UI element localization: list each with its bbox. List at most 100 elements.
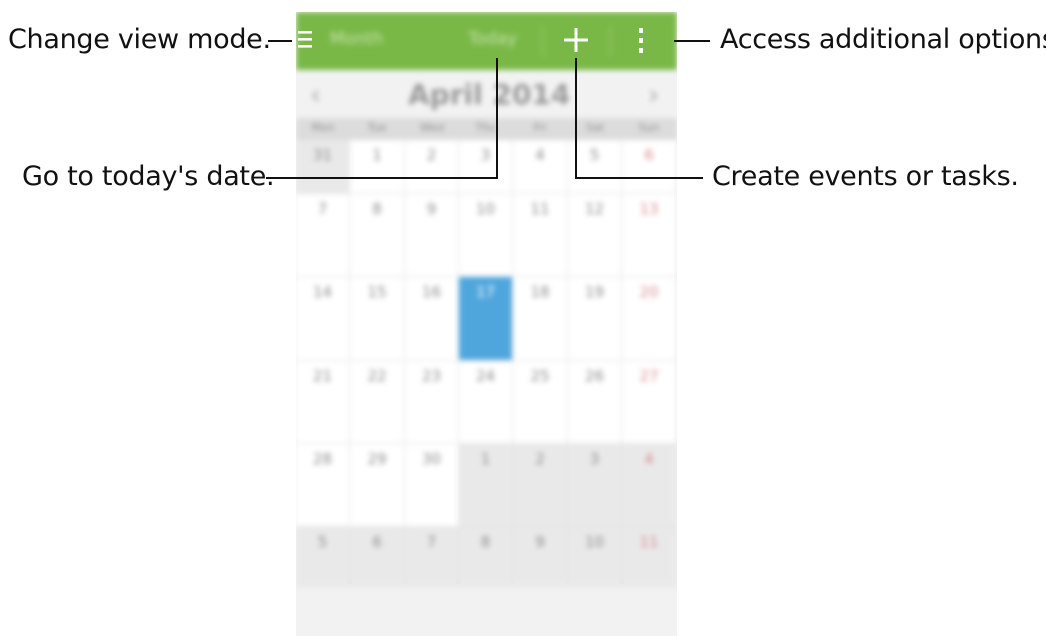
weekday-label: Fri — [533, 121, 547, 134]
hamburger-icon[interactable] — [298, 29, 314, 49]
day-number: 9 — [535, 533, 545, 551]
day-number: 25 — [530, 367, 550, 385]
calendar-day-cell[interactable]: 11 — [622, 527, 677, 587]
day-number: 7 — [317, 200, 328, 218]
day-number: 8 — [372, 200, 382, 218]
day-number: 3 — [589, 450, 600, 468]
day-number: 30 — [421, 450, 442, 468]
calendar-day-cell[interactable]: 3 — [459, 140, 513, 194]
calendar-day-cell[interactable]: 13 — [622, 194, 677, 277]
callout-create-events: Create events or tasks. — [712, 161, 1019, 192]
calendar-day-cell[interactable]: 10 — [459, 194, 513, 277]
day-number: 11 — [530, 200, 550, 218]
calendar-day-cell[interactable]: 2 — [513, 444, 568, 527]
calendar-day-cell[interactable]: 2 — [405, 140, 459, 194]
next-month-button[interactable]: › — [648, 78, 659, 111]
calendar-day-cell[interactable]: 28 — [296, 444, 350, 527]
calendar-day-cell[interactable]: 4 — [513, 140, 568, 194]
action-divider — [542, 26, 543, 56]
weekday-label: Sun — [638, 121, 660, 134]
calendar-day-cell[interactable]: 5 — [296, 527, 350, 587]
day-number: 29 — [367, 450, 387, 468]
calendar-day-cell[interactable]: 14 — [296, 277, 350, 361]
day-number: 6 — [644, 146, 654, 164]
calendar-day-cell[interactable]: 9 — [513, 527, 568, 587]
calendar-day-cell[interactable]: 6 — [350, 527, 405, 587]
callout-access-options: Access additional options. — [720, 24, 1046, 55]
day-number: 10 — [475, 200, 496, 218]
calendar-day-cell[interactable]: 26 — [568, 361, 622, 444]
calendar-day-cell[interactable]: 9 — [405, 194, 459, 277]
day-number: 1 — [372, 146, 382, 164]
day-number: 16 — [421, 283, 442, 301]
leader-line — [268, 40, 292, 42]
calendar-day-cell[interactable]: 8 — [459, 527, 513, 587]
today-button[interactable]: Today — [468, 29, 517, 49]
calendar-day-cell[interactable]: 23 — [405, 361, 459, 444]
action-bar: Month Today — [296, 12, 677, 70]
view-mode-label[interactable]: Month — [330, 29, 383, 49]
day-number: 12 — [584, 200, 605, 218]
calendar-day-cell[interactable]: 10 — [568, 527, 622, 587]
day-number: 1 — [480, 450, 491, 468]
calendar-day-cell[interactable]: 20 — [622, 277, 677, 361]
weekday-header: Mon Tue Wed Thu Fri Sat Sun — [296, 118, 677, 140]
calendar-day-cell[interactable]: 31 — [296, 140, 350, 194]
day-number: 2 — [535, 450, 545, 468]
callout-change-view-mode: Change view mode. — [8, 24, 271, 55]
calendar-day-cell[interactable]: 18 — [513, 277, 568, 361]
leader-line — [266, 177, 498, 179]
day-number: 3 — [480, 146, 491, 164]
calendar-day-cell[interactable]: 24 — [459, 361, 513, 444]
plus-icon[interactable] — [563, 27, 589, 53]
day-number: 6 — [372, 533, 382, 551]
day-number: 28 — [312, 450, 333, 468]
calendar-day-cell[interactable]: 29 — [350, 444, 405, 527]
day-number: 11 — [639, 533, 659, 551]
calendar-day-cell[interactable]: 6 — [622, 140, 677, 194]
callout-go-to-today: Go to today's date. — [22, 161, 275, 192]
calendar-day-cell[interactable]: 7 — [296, 194, 350, 277]
weekday-label: Thu — [475, 121, 497, 134]
calendar-day-cell[interactable]: 4 — [622, 444, 677, 527]
calendar-day-cell[interactable]: 1 — [459, 444, 513, 527]
day-number: 27 — [639, 367, 659, 385]
calendar-screenshot: Month Today ‹ April 2014 › Mon Tue Wed T… — [296, 12, 677, 636]
month-title: April 2014 — [408, 78, 571, 111]
calendar-day-cell[interactable]: 11 — [513, 194, 568, 277]
calendar-day-cell[interactable]: 19 — [568, 277, 622, 361]
calendar-day-cell[interactable]: 3 — [568, 444, 622, 527]
calendar-day-cell[interactable]: 7 — [405, 527, 459, 587]
leader-line — [575, 177, 703, 179]
leader-line — [575, 58, 577, 179]
day-number: 2 — [426, 146, 437, 164]
calendar-day-cell[interactable]: 27 — [622, 361, 677, 444]
calendar-day-cell[interactable]: 15 — [350, 277, 405, 361]
day-number: 19 — [584, 283, 605, 301]
leader-line — [674, 40, 710, 42]
day-number: 18 — [530, 283, 550, 301]
day-number: 7 — [426, 533, 437, 551]
day-number: 14 — [312, 283, 333, 301]
calendar-day-cell[interactable]: 22 — [350, 361, 405, 444]
calendar-day-cell[interactable]: 21 — [296, 361, 350, 444]
calendar-day-cell[interactable]: 17 — [459, 277, 513, 361]
day-number: 24 — [475, 367, 496, 385]
calendar-day-cell[interactable]: 25 — [513, 361, 568, 444]
calendar-day-cell[interactable]: 30 — [405, 444, 459, 527]
day-number: 23 — [421, 367, 442, 385]
calendar-day-cell[interactable]: 1 — [350, 140, 405, 194]
day-number: 4 — [535, 146, 545, 164]
weekday-label: Tue — [367, 121, 387, 134]
prev-month-button[interactable]: ‹ — [310, 78, 321, 111]
day-number: 8 — [480, 533, 491, 551]
overflow-menu-icon[interactable] — [637, 26, 645, 56]
action-divider — [610, 26, 611, 56]
calendar-day-cell[interactable]: 12 — [568, 194, 622, 277]
calendar-day-cell[interactable]: 8 — [350, 194, 405, 277]
day-number: 5 — [317, 533, 328, 551]
month-header: ‹ April 2014 › — [296, 70, 677, 118]
calendar-day-cell[interactable]: 16 — [405, 277, 459, 361]
month-grid: 31 1 2 3 4 5 6 7 8 9 10 11 12 13 14 15 16 17 18 19 20 21 22 23 2… — [296, 140, 677, 636]
day-number: 20 — [639, 283, 659, 301]
